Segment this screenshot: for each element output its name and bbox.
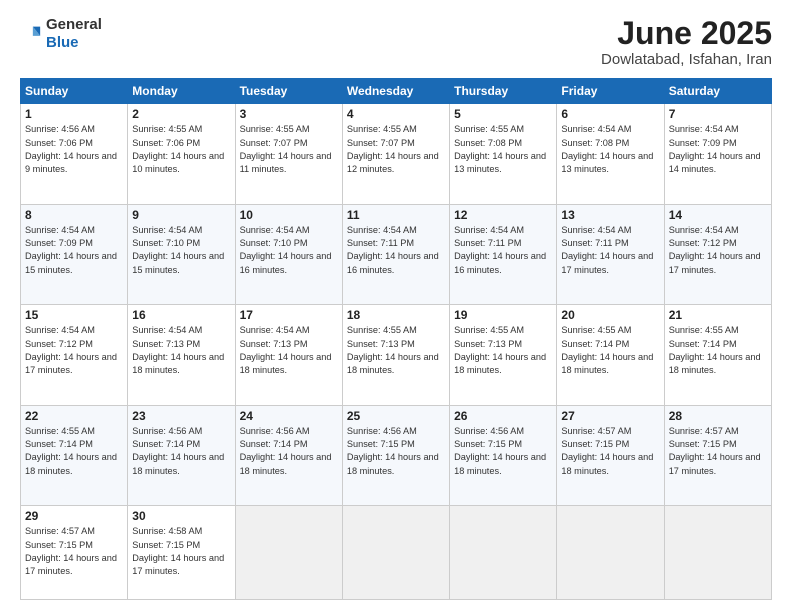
table-row: 9Sunrise: 4:54 AMSunset: 7:10 PMDaylight… bbox=[128, 204, 235, 305]
table-row bbox=[557, 506, 664, 600]
header-friday: Friday bbox=[557, 79, 664, 104]
header-thursday: Thursday bbox=[450, 79, 557, 104]
table-row: 13Sunrise: 4:54 AMSunset: 7:11 PMDayligh… bbox=[557, 204, 664, 305]
table-row: 3Sunrise: 4:55 AMSunset: 7:07 PMDaylight… bbox=[235, 104, 342, 205]
table-row: 12Sunrise: 4:54 AMSunset: 7:11 PMDayligh… bbox=[450, 204, 557, 305]
logo-icon bbox=[20, 23, 42, 45]
table-row: 26Sunrise: 4:56 AMSunset: 7:15 PMDayligh… bbox=[450, 405, 557, 506]
header-saturday: Saturday bbox=[664, 79, 771, 104]
table-row: 14Sunrise: 4:54 AMSunset: 7:12 PMDayligh… bbox=[664, 204, 771, 305]
table-row: 29Sunrise: 4:57 AMSunset: 7:15 PMDayligh… bbox=[21, 506, 128, 600]
table-row: 18Sunrise: 4:55 AMSunset: 7:13 PMDayligh… bbox=[342, 305, 449, 406]
header-monday: Monday bbox=[128, 79, 235, 104]
main-title: June 2025 bbox=[601, 16, 772, 51]
table-row: 15Sunrise: 4:54 AMSunset: 7:12 PMDayligh… bbox=[21, 305, 128, 406]
logo: General Blue bbox=[20, 16, 102, 52]
table-row: 4Sunrise: 4:55 AMSunset: 7:07 PMDaylight… bbox=[342, 104, 449, 205]
title-block: June 2025 Dowlatabad, Isfahan, Iran bbox=[601, 16, 772, 68]
header-wednesday: Wednesday bbox=[342, 79, 449, 104]
weekday-header-row: Sunday Monday Tuesday Wednesday Thursday… bbox=[21, 79, 772, 104]
header-sunday: Sunday bbox=[21, 79, 128, 104]
table-row: 24Sunrise: 4:56 AMSunset: 7:14 PMDayligh… bbox=[235, 405, 342, 506]
logo-general-text: General bbox=[46, 16, 102, 33]
table-row: 30Sunrise: 4:58 AMSunset: 7:15 PMDayligh… bbox=[128, 506, 235, 600]
table-row bbox=[664, 506, 771, 600]
table-row: 22Sunrise: 4:55 AMSunset: 7:14 PMDayligh… bbox=[21, 405, 128, 506]
table-row bbox=[342, 506, 449, 600]
subtitle: Dowlatabad, Isfahan, Iran bbox=[601, 51, 772, 68]
table-row: 1Sunrise: 4:56 AMSunset: 7:06 PMDaylight… bbox=[21, 104, 128, 205]
header: General Blue June 2025 Dowlatabad, Isfah… bbox=[20, 16, 772, 68]
table-row bbox=[450, 506, 557, 600]
table-row: 21Sunrise: 4:55 AMSunset: 7:14 PMDayligh… bbox=[664, 305, 771, 406]
table-row: 19Sunrise: 4:55 AMSunset: 7:13 PMDayligh… bbox=[450, 305, 557, 406]
table-row: 27Sunrise: 4:57 AMSunset: 7:15 PMDayligh… bbox=[557, 405, 664, 506]
logo-blue-text: Blue bbox=[46, 34, 79, 51]
logo-text: General Blue bbox=[46, 16, 102, 52]
table-row: 6Sunrise: 4:54 AMSunset: 7:08 PMDaylight… bbox=[557, 104, 664, 205]
table-row: 25Sunrise: 4:56 AMSunset: 7:15 PMDayligh… bbox=[342, 405, 449, 506]
table-row: 7Sunrise: 4:54 AMSunset: 7:09 PMDaylight… bbox=[664, 104, 771, 205]
header-tuesday: Tuesday bbox=[235, 79, 342, 104]
table-row: 8Sunrise: 4:54 AMSunset: 7:09 PMDaylight… bbox=[21, 204, 128, 305]
page: General Blue June 2025 Dowlatabad, Isfah… bbox=[0, 0, 792, 612]
table-row: 2Sunrise: 4:55 AMSunset: 7:06 PMDaylight… bbox=[128, 104, 235, 205]
table-row: 5Sunrise: 4:55 AMSunset: 7:08 PMDaylight… bbox=[450, 104, 557, 205]
table-row: 23Sunrise: 4:56 AMSunset: 7:14 PMDayligh… bbox=[128, 405, 235, 506]
calendar-table: Sunday Monday Tuesday Wednesday Thursday… bbox=[20, 78, 772, 600]
table-row: 28Sunrise: 4:57 AMSunset: 7:15 PMDayligh… bbox=[664, 405, 771, 506]
table-row: 10Sunrise: 4:54 AMSunset: 7:10 PMDayligh… bbox=[235, 204, 342, 305]
table-row: 16Sunrise: 4:54 AMSunset: 7:13 PMDayligh… bbox=[128, 305, 235, 406]
table-row: 17Sunrise: 4:54 AMSunset: 7:13 PMDayligh… bbox=[235, 305, 342, 406]
table-row bbox=[235, 506, 342, 600]
table-row: 20Sunrise: 4:55 AMSunset: 7:14 PMDayligh… bbox=[557, 305, 664, 406]
table-row: 11Sunrise: 4:54 AMSunset: 7:11 PMDayligh… bbox=[342, 204, 449, 305]
